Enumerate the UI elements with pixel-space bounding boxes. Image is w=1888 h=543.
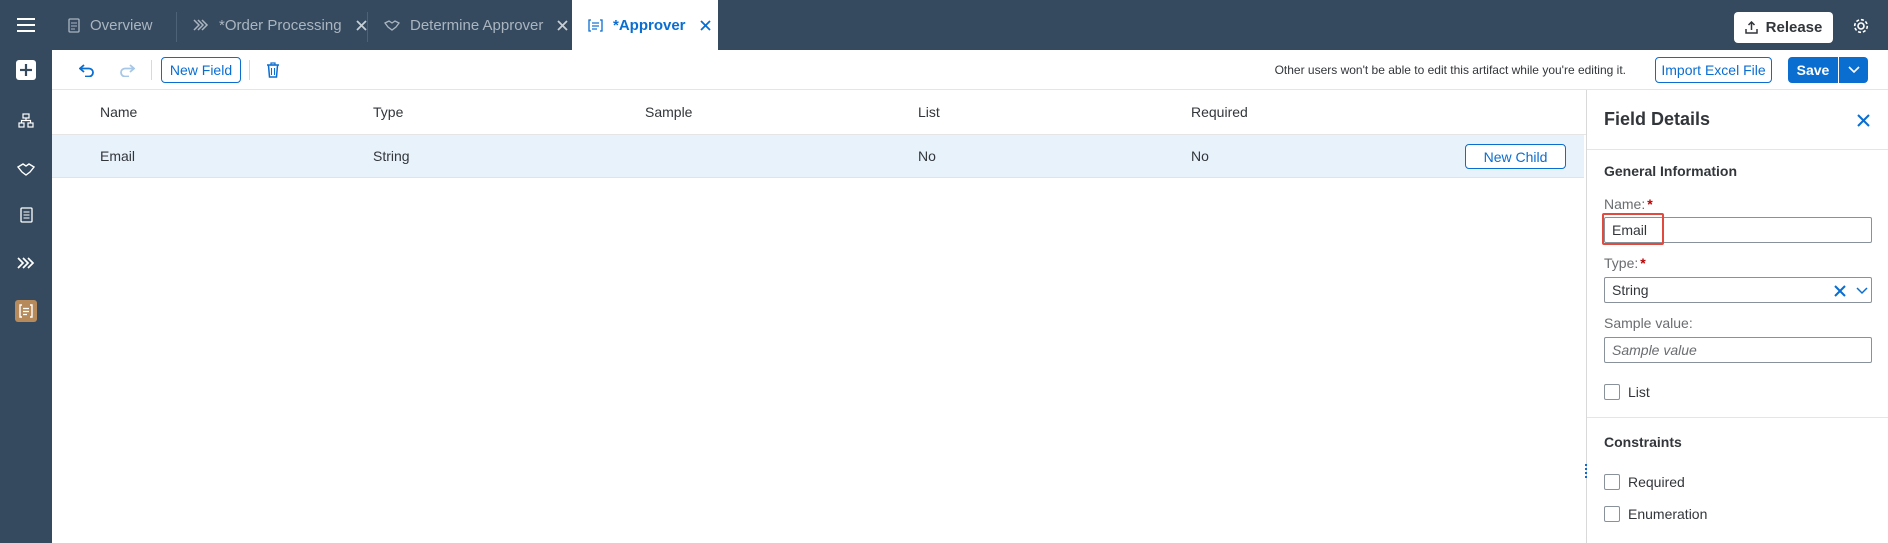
- enumeration-checkbox[interactable]: Enumeration: [1604, 506, 1707, 522]
- datatype-icon: [588, 18, 603, 32]
- table-header: Name Type Sample List Required: [52, 90, 1586, 135]
- column-header-list: List: [918, 104, 940, 120]
- close-icon[interactable]: [355, 19, 367, 31]
- column-header-sample: Sample: [645, 104, 693, 120]
- tab-order-processing[interactable]: *Order Processing: [193, 0, 367, 50]
- general-information-title: General Information: [1604, 163, 1738, 179]
- checkbox[interactable]: [1604, 474, 1620, 490]
- required-marker: *: [1647, 196, 1653, 212]
- chevron-down-icon[interactable]: [1853, 282, 1871, 300]
- release-label: Release: [1765, 19, 1823, 36]
- fields-table: Name Type Sample List Required Email Str…: [52, 90, 1586, 543]
- constraints-title: Constraints: [1604, 434, 1682, 450]
- cell-type: String: [373, 148, 410, 164]
- hamburger-icon[interactable]: [0, 0, 52, 50]
- close-icon[interactable]: [557, 19, 569, 31]
- gear-icon[interactable]: [1846, 11, 1876, 41]
- tab-label: *Approver: [613, 16, 686, 34]
- tab-approver[interactable]: *Approver: [572, 0, 718, 50]
- sample-value-field[interactable]: Sample value: [1604, 337, 1872, 363]
- datatype-icon[interactable]: [0, 291, 52, 331]
- redo-icon[interactable]: [114, 58, 140, 82]
- tab-label: *Order Processing: [219, 16, 342, 34]
- add-icon[interactable]: [0, 50, 52, 90]
- sample-value-label: Sample value:: [1604, 315, 1693, 331]
- upload-icon: [1744, 21, 1766, 34]
- column-header-name: Name: [100, 104, 138, 120]
- trash-icon[interactable]: [260, 58, 286, 82]
- undo-icon[interactable]: [74, 58, 100, 82]
- new-child-button[interactable]: New Child: [1465, 144, 1566, 169]
- field-details-panel: Field Details General Information Name: *…: [1587, 90, 1888, 543]
- handshake-icon[interactable]: [0, 149, 52, 189]
- toolbar-divider: [249, 60, 250, 80]
- cell-name: Email: [100, 148, 136, 164]
- details-title: Field Details: [1604, 109, 1711, 129]
- type-label: Type: *: [1604, 255, 1646, 271]
- required-checkbox[interactable]: Required: [1604, 474, 1685, 490]
- cell-required: No: [1191, 148, 1209, 164]
- tab-determine-approver[interactable]: Determine Approver: [384, 0, 569, 50]
- enumeration-label: Enumeration: [1628, 506, 1708, 522]
- handshake-icon: [384, 19, 400, 31]
- hierarchy-icon[interactable]: [0, 100, 52, 140]
- details-header: Field Details: [1587, 90, 1888, 150]
- tab-label: Determine Approver: [410, 16, 544, 34]
- cell-list: No: [918, 148, 936, 164]
- import-excel-button[interactable]: Import Excel File: [1655, 57, 1772, 83]
- toolbar-divider: [151, 60, 152, 80]
- lock-notice: Other users won't be able to edit this a…: [1274, 63, 1626, 77]
- tab-divider: [176, 12, 177, 42]
- checkbox[interactable]: [1604, 506, 1620, 522]
- document-icon: [68, 17, 80, 33]
- table-row[interactable]: Email String No No New Child: [52, 135, 1584, 178]
- tab-divider: [367, 12, 368, 42]
- sidebar: [0, 50, 52, 543]
- type-select[interactable]: String: [1604, 277, 1872, 303]
- list-label: List: [1628, 384, 1650, 400]
- form-icon[interactable]: [0, 195, 52, 235]
- shell-bar: Overview *Order Processing Determine App…: [0, 0, 1888, 50]
- process-icon: [193, 19, 209, 31]
- section-divider: [1587, 417, 1888, 418]
- release-button[interactable]: Release: [1734, 12, 1833, 43]
- column-header-required: Required: [1191, 104, 1248, 120]
- process-icon[interactable]: [0, 243, 52, 283]
- new-field-button[interactable]: New Field: [161, 57, 241, 83]
- chevron-down-icon[interactable]: [1838, 57, 1868, 83]
- required-marker: *: [1640, 255, 1646, 271]
- type-value: String: [1612, 282, 1649, 298]
- required-label: Required: [1628, 474, 1685, 490]
- close-icon[interactable]: [1851, 108, 1875, 132]
- close-icon[interactable]: [699, 19, 711, 31]
- tab-label: Overview: [90, 16, 153, 34]
- checkbox[interactable]: [1604, 384, 1620, 400]
- name-field[interactable]: Email: [1604, 217, 1872, 243]
- clear-icon[interactable]: [1831, 282, 1849, 300]
- tab-overview[interactable]: Overview: [68, 0, 153, 50]
- name-label: Name: *: [1604, 196, 1653, 212]
- toolbar: New Field Other users won't be able to e…: [52, 50, 1888, 90]
- save-button[interactable]: Save: [1788, 57, 1838, 83]
- save-button-group: Save: [1788, 57, 1868, 83]
- column-header-type: Type: [373, 104, 404, 120]
- list-checkbox[interactable]: List: [1604, 384, 1650, 400]
